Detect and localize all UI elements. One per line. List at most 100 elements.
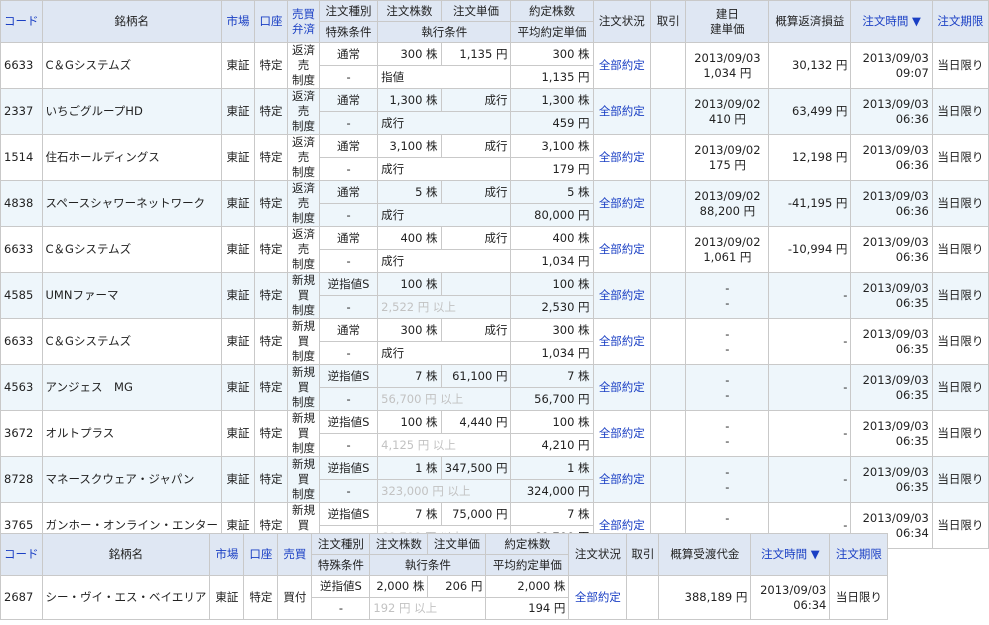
col2-header-market[interactable]: 市場 xyxy=(209,533,245,576)
col-header-filled: 約定株数 xyxy=(510,0,594,22)
table-row: 4585 UMNファーマ 東証 特定 新規買 制度 逆指値S 100 株 100 株全部約定 - -… xyxy=(0,272,989,319)
cell-qty: 5 株 xyxy=(377,180,442,204)
order-status-link[interactable]: 全部約定 xyxy=(592,364,652,411)
cell-name: UMNファーマ xyxy=(41,272,222,319)
cell-account: 特定 xyxy=(254,272,289,319)
col-header-pnl: 概算返済損益 xyxy=(768,0,852,43)
cell-time: 2013/09/03 06:35 xyxy=(850,456,933,503)
cell-date-value: - xyxy=(725,510,730,525)
cell-date-value: - xyxy=(725,326,730,341)
col2-header-side[interactable]: 売買 xyxy=(277,533,313,576)
cell-avg-price: 4,210 円 xyxy=(510,433,594,457)
order-status-link[interactable]: 全部約定 xyxy=(592,410,652,457)
order-table-margin: コード 銘柄名 市場 口座 売買 弁済 注文種別 注文株数 注文単価 約定株数 … xyxy=(0,0,989,549)
cell-date: 2013/09/02 175 円 xyxy=(685,134,770,181)
cell-time: 2013/09/03 06:36 xyxy=(850,88,933,135)
cell-market: 東証 xyxy=(220,410,256,457)
cell-market: 東証 xyxy=(220,88,256,135)
table-row: 8728 マネースクウェア・ジャパン 東証 特定 新規買 制度 逆指値S 1 株 347,500… xyxy=(0,456,989,503)
cell-avg-price: 179 円 xyxy=(510,157,594,181)
cell-time-date: 2013/09/03 xyxy=(862,50,929,65)
cell-special: - xyxy=(318,433,379,457)
cell-qty: 2,000 株 xyxy=(369,575,429,598)
cell-amount: 388,189 円 xyxy=(658,575,752,620)
cell-expiry: 当日限り xyxy=(931,42,989,89)
cell-qty: 7 株 xyxy=(377,364,442,388)
col-header-market[interactable]: 市場 xyxy=(220,0,256,43)
cell-time: 2013/09/03 06:36 xyxy=(850,226,933,273)
cell-qty: 7 株 xyxy=(377,502,442,526)
cell-exec-cond: 成行 xyxy=(377,157,512,181)
order-status-link[interactable]: 全部約定 xyxy=(568,575,628,620)
cell-side: 新規買制度 xyxy=(287,456,320,503)
order-status-link[interactable]: 全部約定 xyxy=(592,456,652,503)
cell-side2-label: 制度 xyxy=(291,165,315,179)
order-status-link[interactable]: 全部約定 xyxy=(592,88,652,135)
cell-name: マネースクウェア・ジャパン xyxy=(41,456,222,503)
col2-header-expiry[interactable]: 注文期限 xyxy=(829,533,889,576)
cell-time-date: 2013/09/03 xyxy=(862,188,929,203)
cell-time-clock: 06:36 xyxy=(895,203,929,218)
cell-filled: 100 株 xyxy=(510,272,594,296)
cell-side-label: 返済売 xyxy=(291,181,315,211)
cell-filled: 1 株 xyxy=(510,456,594,480)
cell-name: オルトプラス xyxy=(41,410,222,457)
table-header-row: コード 銘柄名 市場 口座 売買 弁済 注文種別 注文株数 注文単価 約定株数 … xyxy=(0,0,989,43)
cell-market: 東証 xyxy=(220,42,256,89)
cell-pnl: -10,994 円 xyxy=(768,226,852,273)
cell-side-label: 新規買 xyxy=(291,365,315,395)
col-header-expiry[interactable]: 注文期限 xyxy=(931,0,989,43)
cell-side2-label: 制度 xyxy=(291,211,315,225)
cell-side2-label: 制度 xyxy=(291,441,315,455)
cell-expiry: 当日限り xyxy=(829,575,889,620)
order-status-link[interactable]: 全部約定 xyxy=(592,226,652,273)
order-status-link[interactable]: 全部約定 xyxy=(592,318,652,365)
col-header-special: 特殊条件 xyxy=(318,21,379,43)
cell-market: 東証 xyxy=(220,226,256,273)
cell-cancel xyxy=(650,88,687,135)
cell-pnl: 63,499 円 xyxy=(768,88,852,135)
cell-time-date: 2013/09/03 xyxy=(862,464,929,479)
cell-qty: 100 株 xyxy=(377,272,442,296)
col-header-time[interactable]: 注文時間 ▼ xyxy=(850,0,933,43)
cell-market: 東証 xyxy=(220,456,256,503)
cell-name: 住石ホールディングス xyxy=(41,134,222,181)
cell-name: いちごグループHD xyxy=(41,88,222,135)
table-row: 1514 住石ホールディングス 東証 特定 返済売 制度 通常 3,100 株成行 3,100 … xyxy=(0,134,989,181)
cell-time: 2013/09/03 06:35 xyxy=(850,272,933,319)
col-header-side[interactable]: 売買 弁済 xyxy=(287,0,320,43)
col2-header-qty: 注文株数 xyxy=(369,533,429,555)
cell-entry-value: - xyxy=(725,295,730,310)
cell-qty: 100 株 xyxy=(377,410,442,434)
cell-special: - xyxy=(318,249,379,273)
cell-price xyxy=(440,272,512,296)
cell-time: 2013/09/03 06:34 xyxy=(750,575,831,620)
col2-header-account[interactable]: 口座 xyxy=(243,533,279,576)
cell-side: 返済売 制度 xyxy=(287,134,320,181)
cell-filled: 5 株 xyxy=(510,180,594,204)
cell-time-date: 2013/09/03 xyxy=(862,372,929,387)
cell-pnl: - xyxy=(768,318,852,365)
cell-filled: 3,100 株 xyxy=(510,134,594,158)
cell-date-value: - xyxy=(725,418,730,433)
col2-header-time[interactable]: 注文時間 ▼ xyxy=(750,533,831,576)
col-header-code[interactable]: コード xyxy=(0,0,43,43)
order-status-link[interactable]: 全部約定 xyxy=(592,272,652,319)
cell-time-clock: 06:34 xyxy=(793,597,827,612)
cell-account: 特定 xyxy=(254,42,289,89)
cell-side: 新規買制度 xyxy=(287,364,320,411)
cell-account: 特定 xyxy=(254,318,289,365)
cell-special: - xyxy=(318,65,379,89)
cell-avg-price: 459 円 xyxy=(510,111,594,135)
cell-time-clock: 06:35 xyxy=(895,433,929,448)
table-row: 3765ガンホー・オンライン・エンター東証特定新規買制度逆指値S7 株75,00… xyxy=(0,502,989,549)
cell-side: 返済売 制度 xyxy=(287,88,320,135)
cell-entry-value: 1,034 円 xyxy=(703,65,752,80)
col2-header-code[interactable]: コード xyxy=(0,533,43,576)
order-status-link[interactable]: 全部約定 xyxy=(592,180,652,227)
cell-filled: 7 株 xyxy=(510,502,594,526)
col-header-account[interactable]: 口座 xyxy=(254,0,289,43)
order-status-link[interactable]: 全部約定 xyxy=(592,134,652,181)
order-status-link[interactable]: 全部約定 xyxy=(592,42,652,89)
cell-market: 東証 xyxy=(220,318,256,365)
